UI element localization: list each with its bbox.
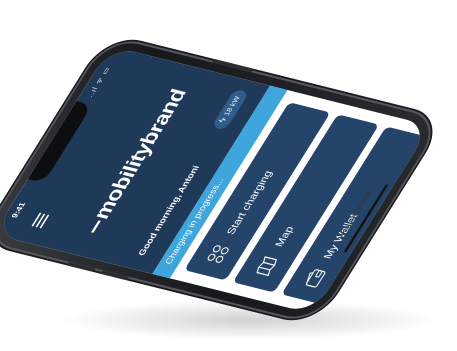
product-mockup: 9:41 ..ıl ᯤ ▭ mobilitybrand Good morning… bbox=[0, 0, 457, 351]
power-button bbox=[211, 58, 254, 73]
map-label: Map bbox=[272, 225, 297, 248]
charger-connector-icon bbox=[207, 245, 229, 263]
phone-wrap: 9:41 ..ıl ᯤ ▭ mobilitybrand Good morning… bbox=[0, 0, 457, 351]
phone-frame: 9:41 ..ıl ᯤ ▭ mobilitybrand Good morning… bbox=[0, 36, 443, 324]
volume-button bbox=[66, 261, 96, 273]
status-icons: ..ıl ᯤ ▭ bbox=[85, 66, 112, 99]
camera-notch bbox=[27, 101, 93, 184]
lightning-bolt-icon: ϟ bbox=[217, 117, 229, 124]
map-icon bbox=[256, 256, 277, 276]
power-badge[interactable]: ϟ18 kW bbox=[211, 88, 250, 131]
status-time: 9:41 bbox=[9, 201, 28, 219]
hamburger-menu-icon[interactable] bbox=[31, 212, 50, 229]
volume-button bbox=[100, 270, 130, 281]
brand-swoosh-icon bbox=[91, 220, 101, 233]
phone-screen: 9:41 ..ıl ᯤ ▭ mobilitybrand Good morning… bbox=[0, 45, 431, 315]
power-badge-value: 18 kW bbox=[222, 95, 242, 117]
